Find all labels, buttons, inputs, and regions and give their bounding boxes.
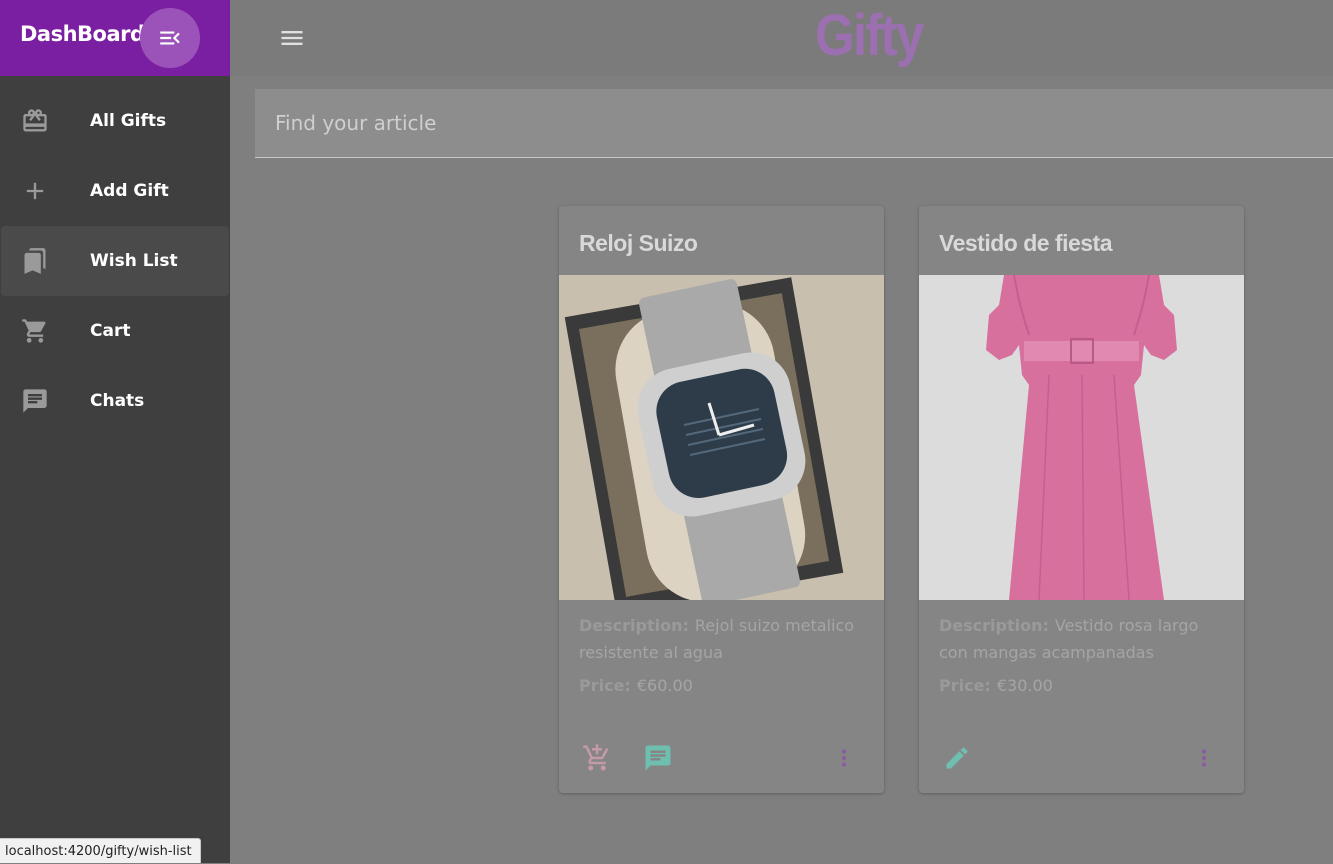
sidebar-item-label: Add Gift — [90, 181, 169, 201]
menu-button[interactable] — [276, 22, 308, 54]
chat-button[interactable] — [642, 742, 674, 774]
chat-icon — [20, 386, 50, 416]
edit-icon — [946, 747, 968, 769]
brand-logo: Gifty — [815, 3, 924, 68]
search-input[interactable] — [255, 89, 1333, 157]
description-label: Description: — [939, 616, 1049, 635]
sidebar-item-wish-list[interactable]: Wish List — [1, 226, 229, 296]
bookmarks-icon — [20, 246, 50, 276]
sidebar-item-add-gift[interactable]: Add Gift — [0, 156, 230, 226]
add-to-cart-button[interactable] — [581, 742, 613, 774]
card-description: Description: Vestido rosa largo con manga… — [939, 612, 1229, 666]
menu-open-icon — [160, 31, 180, 45]
sidebar-item-label: Chats — [90, 391, 145, 411]
sidebar-item-all-gifts[interactable]: All Gifts — [0, 86, 230, 156]
description-label: Description: — [579, 616, 689, 635]
sidebar-header: DashBoard — [0, 0, 230, 76]
sidebar-item-label: All Gifts — [90, 111, 167, 131]
price-value: €30.00 — [996, 676, 1053, 695]
collapse-sidebar-button[interactable] — [140, 8, 200, 68]
status-bar-url: localhost:4200/gifty/wish-list — [0, 838, 201, 863]
gift-icon — [20, 106, 50, 136]
card-price: Price: €30.00 — [939, 676, 1053, 695]
add-to-cart-icon — [583, 744, 609, 771]
product-card: Vestido de fiesta Description: Vestido ro… — [919, 206, 1244, 793]
plus-icon — [20, 176, 50, 206]
sidebar-item-cart[interactable]: Cart — [0, 296, 230, 366]
product-image-watch — [559, 275, 884, 600]
product-image-dress — [919, 275, 1244, 600]
menu-icon — [281, 31, 303, 45]
chat-icon — [645, 745, 671, 771]
sidebar-item-label: Cart — [90, 321, 131, 341]
sidebar: DashBoard All Gifts Add Gift Wish List C… — [0, 0, 230, 863]
card-title: Vestido de fiesta — [939, 230, 1113, 256]
card-price: Price: €60.00 — [579, 676, 693, 695]
card-title: Reloj Suizo — [579, 230, 698, 256]
sidebar-item-chats[interactable]: Chats — [0, 366, 230, 436]
more-options-button[interactable] — [1188, 742, 1220, 774]
more-options-button[interactable] — [828, 742, 860, 774]
product-card: Reloj Suizo Description: Rejol suizo meta… — [559, 206, 884, 793]
price-value: €60.00 — [636, 676, 693, 695]
price-label: Price: — [579, 676, 631, 695]
more-vert-icon — [1201, 749, 1207, 767]
sidebar-item-label: Wish List — [90, 251, 178, 271]
edit-button[interactable] — [941, 742, 973, 774]
price-label: Price: — [939, 676, 991, 695]
top-toolbar: Gifty — [230, 0, 1333, 76]
more-vert-icon — [841, 749, 847, 767]
search-field — [255, 89, 1333, 158]
sidebar-title: DashBoard — [20, 22, 145, 46]
card-description: Description: Rejol suizo metalico resiste… — [579, 612, 869, 666]
cart-icon — [20, 316, 50, 346]
